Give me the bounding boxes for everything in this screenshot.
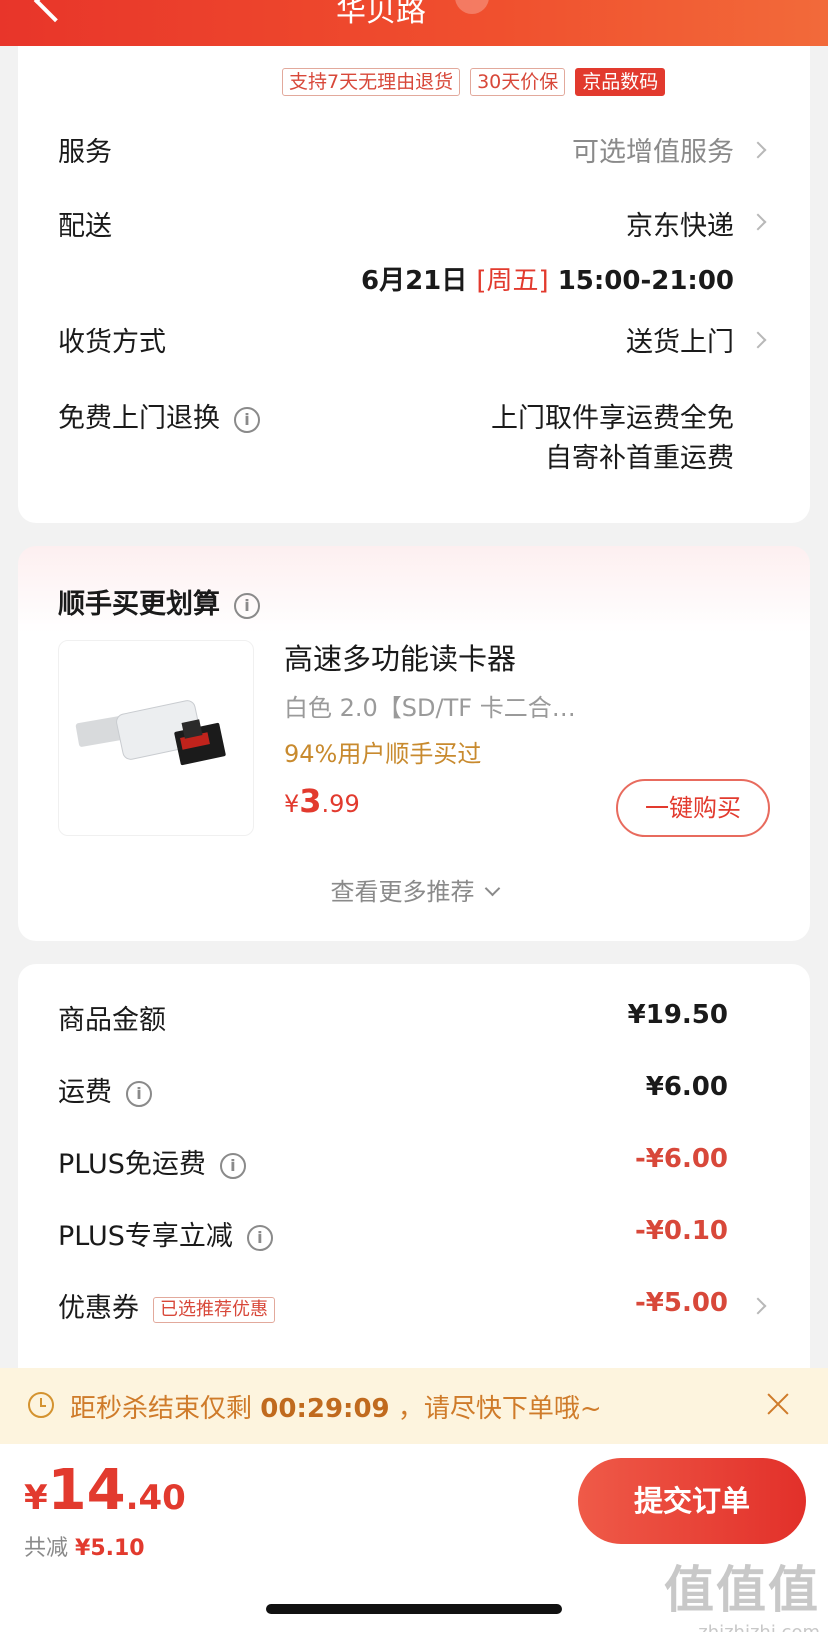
addon-price: ¥3.99 [284,782,360,820]
info-icon[interactable]: i [219,1152,246,1179]
chevron-down-icon [484,880,500,897]
plus-free-shipping-value: -¥6.00 [634,1144,728,1174]
free-return-label: 免费上门退换 [58,403,220,434]
submit-order-button[interactable]: 提交订单 [578,1458,806,1544]
home-indicator[interactable] [266,1604,562,1614]
addon-title: 顺手买更划算 i [58,582,260,621]
goods-amount-value: ¥19.50 [627,1000,728,1030]
order-info-card: 支持7天无理由退货 30天价保 京品数码 服务 可选增值服务 配送 京东快递 6… [18,46,810,523]
one-click-buy-button[interactable]: 一键购买 [616,779,770,837]
free-return-row: 免费上门退换 i [58,396,260,435]
coupon-selected-tag: 已选推荐优惠 [153,1296,275,1323]
addon-product-name[interactable]: 高速多功能读卡器 [284,636,516,678]
coupon-value[interactable]: -¥5.00 [635,1288,728,1318]
tag-jd-digital: 京品数码 [575,68,666,96]
delivery-label: 配送 [58,211,112,242]
countdown-timer: 00:29:09 [260,1394,390,1424]
delivery-time[interactable]: 6月21日 [周五] 15:00-21:00 [361,260,734,297]
location-pin-icon [455,0,489,14]
free-return-line1: 上门取件享运费全免 [491,403,734,434]
shipping-value: ¥6.00 [645,1072,728,1102]
goods-amount-label: 商品金额 [58,1005,166,1036]
amount-summary-card: 商品金额 ¥19.50 运费 i ¥6.00 PLUS免运费 i -¥6.00 PL… [18,964,810,1384]
addon-product-spec: 白色 2.0【SD/TF 卡二合… [284,694,576,722]
info-icon[interactable]: i [234,406,260,433]
tag-price-protection: 30天价保 [470,68,566,96]
receive-method-label: 收货方式 [58,327,166,358]
delivery-chevron-icon[interactable] [749,213,767,231]
service-chevron-icon[interactable] [749,141,767,159]
flash-sale-notice: 距秒杀结束仅剩 00:29:09 ，请尽快下单哦~ [0,1368,828,1444]
plus-free-shipping-row: PLUS免运费 i [58,1142,246,1181]
top-nav-bar: 华贝路 [0,0,828,46]
product-image[interactable] [58,640,254,836]
addon-recommendation-card: 顺手买更划算 i 高速多功能读卡器 白色 2.0【SD/TF 卡二合… 94%用户… [18,546,810,941]
service-value[interactable]: 可选增值服务 [572,130,734,169]
receive-chevron-icon[interactable] [749,331,767,349]
close-icon[interactable] [762,1388,794,1420]
coupon-chevron-icon[interactable] [749,1297,767,1315]
addon-bought-text: 94%用户顺手买过 [284,740,482,768]
info-icon[interactable]: i [234,592,260,619]
clock-icon [28,1392,54,1418]
watermark: 值值值 zhizhizhi.com [664,1561,820,1632]
back-arrow-icon[interactable] [33,0,77,23]
info-icon[interactable]: i [126,1080,152,1107]
service-tags: 支持7天无理由退货 30天价保 京品数码 [282,68,666,96]
info-icon[interactable]: i [246,1224,273,1251]
total-saved: 共减 ¥5.10 [24,1536,145,1561]
coupon-row[interactable]: 优惠券 已选推荐优惠 [58,1286,275,1325]
delivery-weekday: [周五] [476,266,549,296]
total-price: ¥14.40 [24,1458,186,1523]
more-recommendations-link[interactable]: 查看更多推荐 [18,872,810,907]
delivery-value[interactable]: 京东快递 [626,204,734,243]
address-title[interactable]: 华贝路 [336,0,426,30]
delivery-date: 6月21日 [360,266,468,296]
plus-discount-row: PLUS专享立减 i [58,1214,273,1253]
delivery-window: 15:00-21:00 [557,266,734,296]
free-return-line2: 自寄补首重运费 [545,443,734,474]
plus-discount-value: -¥0.10 [634,1216,728,1246]
tag-seven-day-return: 支持7天无理由退货 [282,68,461,96]
service-label: 服务 [58,137,112,168]
notice-text: 距秒杀结束仅剩 00:29:09 ，请尽快下单哦~ [70,1394,602,1424]
card-reader-image [75,700,226,766]
receive-method-value[interactable]: 送货上门 [626,320,734,359]
shipping-row: 运费 i [58,1070,152,1109]
